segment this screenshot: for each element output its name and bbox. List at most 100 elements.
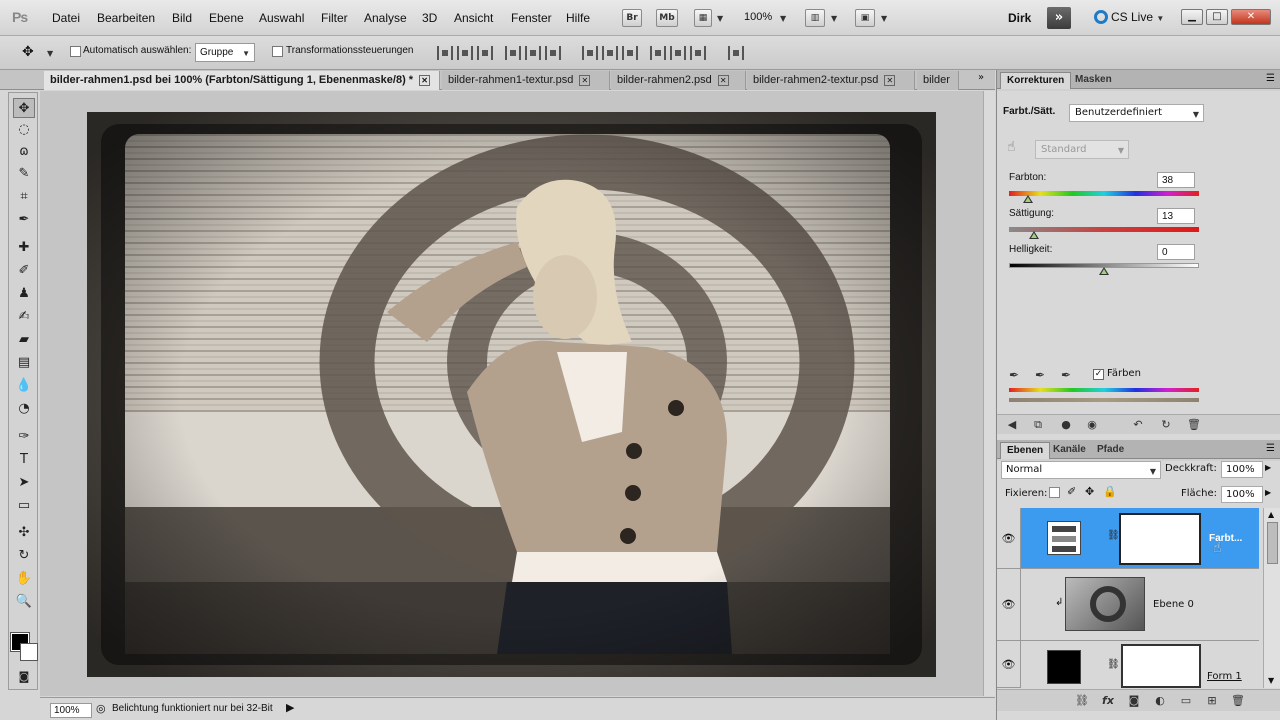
quick-mask-icon[interactable]: ◙ — [13, 667, 35, 687]
bridge-button[interactable]: Br — [622, 9, 642, 27]
shape-layer-thumbnail[interactable] — [1047, 650, 1081, 684]
eraser-tool-icon[interactable]: ▰ — [13, 330, 35, 350]
distribute-left-icon[interactable] — [650, 46, 666, 60]
menu-bearbeiten[interactable]: Bearbeiten — [97, 11, 155, 25]
layer-visibility-eye-icon[interactable]: 👁 — [997, 569, 1021, 641]
zoom-tool-icon[interactable]: 🔍 — [13, 592, 35, 612]
lock-all-icon[interactable]: 🔒 — [1103, 485, 1117, 498]
chevron-down-icon[interactable]: ▼ — [47, 49, 53, 58]
align-bottom-icon[interactable] — [477, 46, 493, 60]
menu-fenster[interactable]: Fenster — [511, 11, 552, 25]
history-brush-tool-icon[interactable]: ✍ — [13, 307, 35, 327]
reset-icon[interactable]: ↻ — [1159, 418, 1173, 432]
close-icon[interactable]: ✕ — [884, 75, 896, 86]
delete-icon[interactable]: 🗑 — [1187, 418, 1201, 432]
new-group-icon[interactable]: ▭ — [1179, 694, 1193, 708]
layer-visibility-eye-icon[interactable]: 👁 — [997, 641, 1021, 688]
quick-select-tool-icon[interactable]: ✎ — [13, 164, 35, 184]
chain-link-icon[interactable]: ⛓ — [1107, 530, 1120, 541]
layer-visibility-eye-icon[interactable]: 👁 — [997, 508, 1021, 569]
layer-mask-thumbnail[interactable] — [1119, 513, 1201, 565]
scroll-up-icon[interactable]: ▲ — [1268, 510, 1274, 519]
hue-input[interactable]: 38 — [1157, 172, 1195, 188]
align-vcenter-icon[interactable] — [457, 46, 473, 60]
menu-hilfe[interactable]: Hilfe — [566, 11, 590, 25]
marquee-tool-icon[interactable]: ◌ — [13, 120, 35, 140]
chevron-down-icon[interactable]: ▼ — [881, 14, 887, 23]
eyedropper-tool-icon[interactable]: ✒ — [13, 210, 35, 230]
document-image[interactable] — [87, 112, 936, 677]
tab-bilder-rahmen1-textur[interactable]: bilder-rahmen1-textur.psd ✕ — [442, 71, 610, 90]
canvas-area[interactable] — [40, 91, 995, 696]
lock-position-icon[interactable]: ✥ — [1085, 485, 1094, 498]
panel-menu-icon[interactable]: ☰ — [1266, 73, 1275, 84]
gradient-tool-icon[interactable]: ▤ — [13, 353, 35, 373]
vertical-scrollbar[interactable] — [983, 91, 995, 696]
background-color-swatch[interactable] — [20, 643, 38, 661]
lightness-slider-thumb[interactable] — [1099, 267, 1109, 275]
close-icon[interactable]: ✕ — [579, 75, 591, 86]
layer-row-hue-saturation[interactable]: ⛓ Farbt... — [1021, 508, 1259, 569]
scroll-thumb[interactable] — [1267, 522, 1278, 564]
close-window-button[interactable]: ✕ — [1231, 9, 1271, 25]
tabs-overflow-icon[interactable]: » — [978, 72, 984, 83]
3d-rotate-tool-icon[interactable]: ✣ — [13, 523, 35, 543]
opacity-slider-arrow-icon[interactable]: ▶ — [1265, 463, 1271, 472]
arrange-documents-icon[interactable]: ▥ — [805, 9, 825, 27]
transform-controls-checkbox[interactable] — [272, 46, 283, 57]
path-selection-tool-icon[interactable]: ➤ — [13, 473, 35, 493]
pen-tool-icon[interactable]: ✑ — [13, 427, 35, 447]
close-icon[interactable]: ✕ — [419, 75, 431, 86]
delete-layer-icon[interactable]: 🗑 — [1231, 694, 1245, 708]
distribute-hcenter-icon[interactable] — [670, 46, 686, 60]
auto-align-icon[interactable] — [728, 46, 744, 60]
workspace-name[interactable]: Dirk — [1008, 11, 1031, 25]
expand-view-icon[interactable]: ⧉ — [1031, 418, 1045, 432]
lock-pixels-icon[interactable]: ✐ — [1067, 485, 1076, 498]
align-right-icon[interactable] — [545, 46, 561, 60]
view-extras-icon[interactable]: ▦ — [694, 9, 712, 27]
tab-masken[interactable]: Masken — [1069, 72, 1118, 89]
status-zoom-field[interactable]: 100% — [50, 703, 92, 718]
close-icon[interactable]: ✕ — [717, 75, 729, 86]
visibility-icon[interactable]: ◉ — [1085, 418, 1099, 432]
layer-style-icon[interactable]: fx — [1101, 694, 1115, 708]
eyedropper-plus-icon[interactable]: ✒ — [1035, 368, 1053, 382]
hue-slider-thumb[interactable] — [1023, 195, 1033, 203]
menu-bild[interactable]: Bild — [172, 11, 192, 25]
menu-ansicht[interactable]: Ansicht — [454, 11, 493, 25]
type-tool-icon[interactable]: T — [13, 450, 35, 470]
layers-scrollbar[interactable]: ▲ ▼ — [1263, 508, 1280, 688]
layer-name[interactable]: Ebene 0 — [1153, 599, 1194, 610]
tab-ebenen[interactable]: Ebenen — [1000, 442, 1051, 459]
opacity-input[interactable]: 100% — [1221, 461, 1263, 478]
menu-auswahl[interactable]: Auswahl — [259, 11, 304, 25]
auto-select-dropdown[interactable]: Gruppe ▼ — [195, 43, 255, 62]
healing-brush-tool-icon[interactable]: ✚ — [13, 238, 35, 258]
cs-live-button[interactable]: CS Live ▼ — [1094, 10, 1164, 24]
auto-select-checkbox[interactable] — [70, 46, 81, 57]
channel-dropdown[interactable]: Standard ▼ — [1035, 140, 1129, 159]
status-info-icon[interactable]: ◎ — [96, 702, 106, 715]
distribute-top-icon[interactable] — [582, 46, 598, 60]
crop-tool-icon[interactable]: ⌗ — [13, 187, 35, 207]
scroll-down-icon[interactable]: ▼ — [1268, 676, 1274, 685]
move-tool-icon[interactable]: ✥ — [13, 98, 35, 118]
hand-tool-icon[interactable]: ✋ — [13, 569, 35, 589]
new-adjustment-icon[interactable]: ◐ — [1153, 694, 1167, 708]
lock-transparency-icon[interactable] — [1049, 487, 1060, 498]
brush-tool-icon[interactable]: ✐ — [13, 261, 35, 281]
zoom-level-select[interactable]: 100% — [744, 11, 772, 23]
hue-slider-track[interactable] — [1009, 191, 1199, 196]
minimize-button[interactable]: ▁ — [1181, 9, 1203, 25]
layer-name[interactable]: Form 1 — [1207, 671, 1242, 682]
add-mask-icon[interactable]: ◙ — [1127, 694, 1141, 708]
layer-thumbnail[interactable] — [1065, 577, 1145, 631]
align-top-icon[interactable] — [437, 46, 453, 60]
previous-state-icon[interactable]: ↶ — [1131, 418, 1145, 432]
tab-korrekturen[interactable]: Korrekturen — [1000, 72, 1072, 89]
layer-row-form-1[interactable]: ⛓ Form 1 — [1021, 641, 1259, 688]
link-layers-icon[interactable]: ⛓ — [1075, 694, 1089, 708]
blur-tool-icon[interactable]: 💧 — [13, 376, 35, 396]
layer-row-ebene-0[interactable]: ↲ Ebene 0 — [1021, 569, 1259, 641]
